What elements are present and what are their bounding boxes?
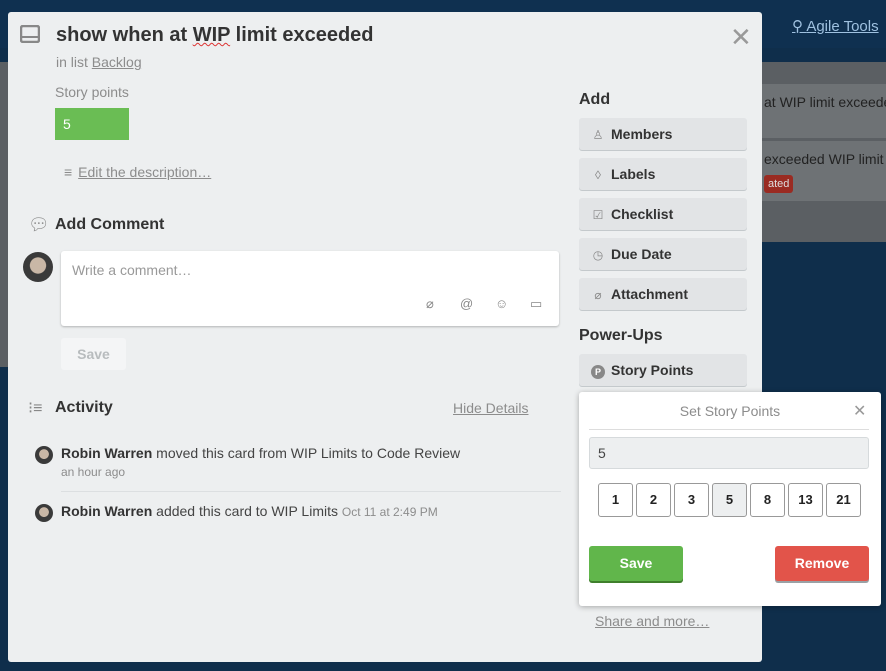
share-and-more-link[interactable]: Share and more… [595,613,709,629]
background-card[interactable]: at WIP limit exceeded [760,84,886,138]
labels-button[interactable]: ◊ Labels [579,158,747,190]
card-text: at WIP limit exceeded [764,94,886,110]
due-date-button[interactable]: ◷ Due Date [579,238,747,270]
agile-tools-link[interactable]: ⚲ Agile Tools [792,17,879,35]
attachment-button[interactable]: ⌀ Attachment [579,278,747,310]
members-button[interactable]: ♙ Members [579,118,747,150]
activity-time[interactable]: an hour ago [61,465,125,479]
power-ups-heading: Power-Ups [579,327,663,344]
save-button[interactable]: Save [589,546,683,581]
story-points-button[interactable]: P Story Points [579,354,747,386]
popover-title: Set Story Points [679,403,781,419]
search-icon: ⚲ [792,18,807,35]
points-option-2[interactable]: 2 [636,483,671,517]
paperclip-icon: ⌀ [594,288,602,302]
divider [589,429,869,430]
comment-placeholder: Write a comment… [72,262,192,278]
list-link[interactable]: Backlog [92,54,142,70]
close-icon[interactable]: ✕ [730,22,752,53]
story-points-input[interactable]: 5 [589,437,869,469]
card-link-icon[interactable]: ▭ [530,296,542,312]
comment-save-button[interactable]: Save [61,338,126,370]
points-option-21[interactable]: 21 [826,483,861,517]
activity-user: Robin Warren [61,445,153,461]
tag-icon: ◊ [595,168,601,182]
close-icon[interactable]: ✕ [853,401,866,421]
description-icon: ≡ [64,164,73,180]
edit-description-link[interactable]: ≡ Edit the description… [64,164,211,180]
story-points-badge[interactable]: 5 [55,108,129,140]
set-story-points-popover: Set Story Points ✕ 5 1 2 3 5 8 13 21 Sav… [579,392,881,606]
story-points-label: Story points [55,84,129,100]
comment-icon: 💬︎ [28,215,50,234]
points-option-5[interactable]: 5 [712,483,747,517]
activity-icon: ⁝≡ [28,400,43,417]
points-option-1[interactable]: 1 [598,483,633,517]
comment-input[interactable]: Write a comment… ⌀ @ ☺ ▭ [61,251,559,326]
activity-item: Robin Warren added this card to WIP Limi… [61,503,438,519]
attachment-icon[interactable]: ⌀ [426,296,434,312]
emoji-icon[interactable]: ☺ [495,296,508,311]
person-icon: ♙ [592,128,604,142]
activity-heading: Activity [55,399,113,416]
divider [61,491,561,492]
background-card[interactable]: exceeded WIP limit ated [760,141,886,201]
checklist-button[interactable]: ☑ Checklist [579,198,747,230]
points-option-3[interactable]: 3 [674,483,709,517]
mention-icon[interactable]: @ [460,296,473,311]
points-option-8[interactable]: 8 [750,483,785,517]
story-points-options: 1 2 3 5 8 13 21 [598,483,861,517]
card-icon [20,25,40,43]
card-text: exceeded WIP limit [764,151,884,167]
activity-item: Robin Warren moved this card from WIP Li… [61,445,461,461]
avatar[interactable] [23,252,53,282]
activity-user: Robin Warren [61,503,153,519]
points-option-13[interactable]: 13 [788,483,823,517]
checkbox-icon: ☑ [592,208,604,222]
add-heading: Add [579,91,611,108]
powerup-icon: P [591,365,605,379]
card-badge: ated [764,175,794,193]
activity-avatar[interactable] [35,446,53,464]
remove-button[interactable]: Remove [775,546,869,581]
list-info: in list Backlog [56,54,142,70]
hide-details-link[interactable]: Hide Details [453,400,528,416]
add-comment-heading: Add Comment [55,216,165,233]
card-title[interactable]: show when at WIP limit exceeded [56,24,374,47]
activity-avatar[interactable] [35,504,53,522]
clock-icon: ◷ [592,248,604,262]
activity-time[interactable]: Oct 11 at 2:49 PM [342,505,438,519]
